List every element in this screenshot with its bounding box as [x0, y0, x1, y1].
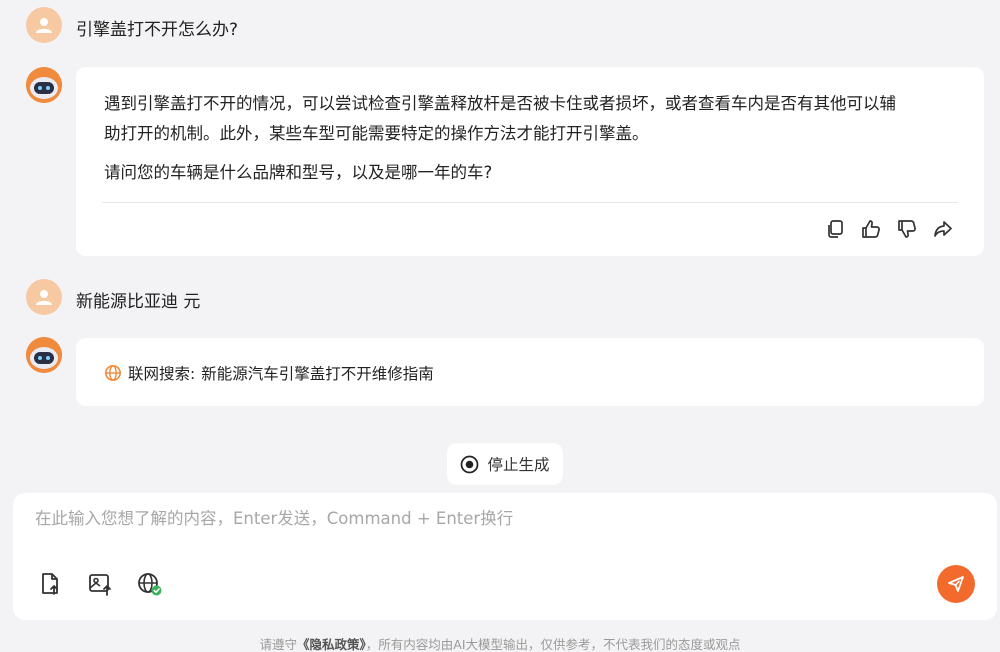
globe-icon [105, 365, 121, 381]
copy-icon[interactable] [824, 218, 846, 240]
search-label: 联网搜索: [128, 365, 196, 383]
share-icon[interactable] [932, 218, 954, 240]
stop-button-label: 停止生成 [487, 456, 550, 474]
user-icon [36, 18, 52, 33]
bot-avatar [26, 67, 62, 103]
image-upload-icon[interactable] [87, 571, 113, 597]
thumbs-up-icon[interactable] [860, 218, 882, 240]
response-paragraph-line: 助打开的机制。此外，某些车型可能需要特定的操作方法才能打开引擎盖。 [104, 124, 649, 143]
user-icon [36, 290, 52, 305]
thumbs-down-icon[interactable] [896, 218, 918, 240]
bot-response-card: 遇到引擎盖打不开的情况，可以尝试检查引擎盖释放杆是否被卡住或者损坏，或者查看车内… [76, 67, 984, 256]
response-question: 请问您的车辆是什么品牌和型号，以及是哪一年的车? [104, 163, 493, 182]
chat-input-box [13, 493, 997, 620]
stop-icon [461, 455, 479, 473]
bot-icon [26, 67, 62, 103]
bot-icon [26, 337, 62, 373]
file-upload-icon[interactable] [37, 571, 63, 597]
card-divider [102, 202, 958, 203]
privacy-policy-link[interactable]: 《隐私政策》 [297, 637, 366, 652]
bot-search-card: 联网搜索: 新能源汽车引擎盖打不开维修指南 [76, 338, 984, 406]
search-query: 新能源汽车引擎盖打不开维修指南 [201, 365, 434, 383]
user-message-text: 新能源比亚迪 元 [76, 292, 201, 312]
bot-avatar [26, 337, 62, 373]
user-avatar [26, 7, 62, 43]
send-button[interactable] [937, 565, 975, 603]
footer-disclaimer: 请遵守《隐私政策》，所有内容均由AI大模型输出，仅供参考，不代表我们的态度或观点 [0, 634, 1000, 652]
web-search-icon[interactable] [137, 571, 163, 597]
send-icon [948, 576, 964, 592]
footer-suffix: ，所有内容均由AI大模型输出，仅供参考，不代表我们的态度或观点 [365, 637, 741, 652]
footer-prefix: 请遵守 [259, 637, 297, 652]
web-search-status: 联网搜索: 新能源汽车引擎盖打不开维修指南 [104, 362, 434, 384]
message-input[interactable] [35, 509, 935, 528]
user-message-text: 引擎盖打不开怎么办? [76, 20, 239, 40]
stop-generating-button[interactable]: 停止生成 [447, 443, 563, 485]
response-paragraph-line: 遇到引擎盖打不开的情况，可以尝试检查引擎盖释放杆是否被卡住或者损坏，或者查看车内… [104, 94, 896, 113]
user-avatar [26, 279, 62, 315]
